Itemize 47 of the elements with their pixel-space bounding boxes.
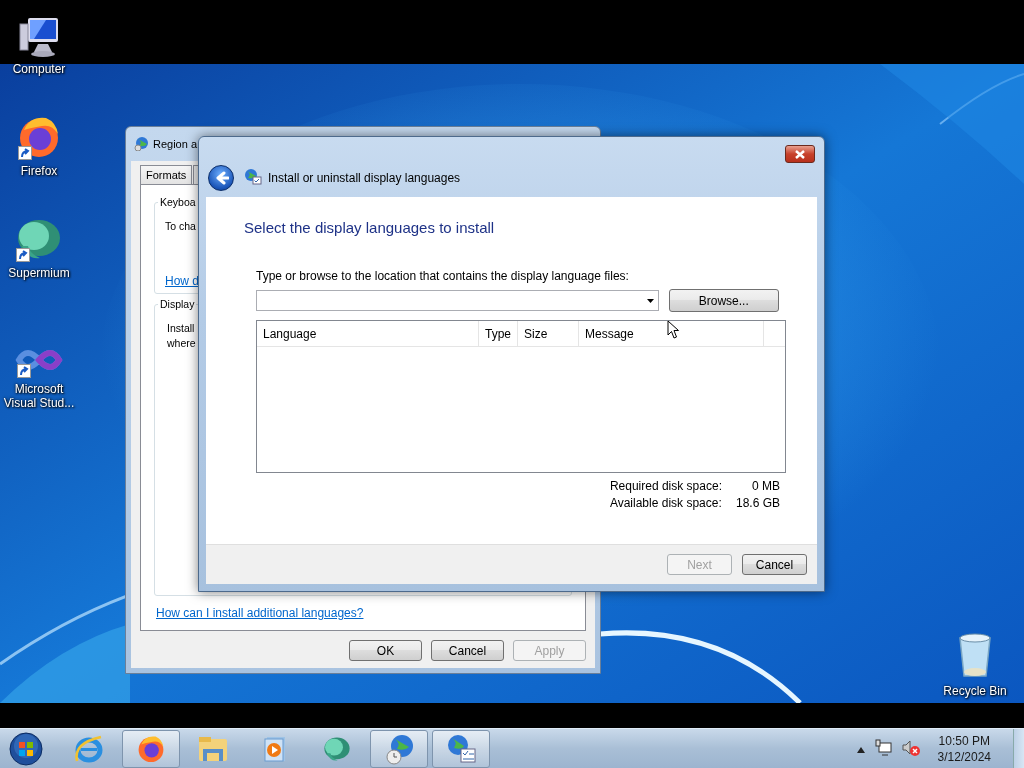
- show-hidden-icons-icon[interactable]: [856, 746, 865, 753]
- disk-space-value: 0 MB: [751, 479, 780, 493]
- close-button[interactable]: [785, 145, 815, 163]
- network-icon[interactable]: [874, 738, 892, 756]
- dialog-button[interactable]: OK: [349, 640, 422, 661]
- desktop-icon-label[interactable]: Recycle Bin: [943, 684, 1007, 698]
- globe-checklist-icon: [244, 168, 262, 185]
- dialog-button[interactable]: Cancel: [742, 554, 807, 575]
- disk-space-value: 18.6 GB: [735, 496, 780, 510]
- column-header[interactable]: Language: [257, 321, 479, 346]
- desktop-icon-label[interactable]: Computer: [12, 62, 66, 76]
- group-title: Display: [158, 298, 197, 310]
- globe-checklist-icon: [445, 732, 477, 765]
- browse-button[interactable]: Browse...: [668, 289, 779, 312]
- description-text: To cha: [165, 219, 196, 234]
- help-link[interactable]: How d: [165, 274, 199, 288]
- window-title: Install or uninstall display languages: [268, 171, 461, 185]
- clock-date[interactable]: 3/12/2024: [937, 748, 991, 765]
- globe-icon: [134, 134, 150, 151]
- tab[interactable]: Formats: [140, 165, 193, 184]
- location-combo-box[interactable]: [256, 290, 659, 311]
- globe-clock-icon: [383, 732, 415, 765]
- desktop-icon-label[interactable]: Firefox: [20, 164, 58, 178]
- window-title: Region a: [153, 138, 198, 150]
- clock-time[interactable]: 10:50 PM: [938, 732, 990, 749]
- help-link[interactable]: How can I install additional languages?: [156, 606, 364, 620]
- dropdown-arrow-icon: [646, 298, 654, 303]
- dialog-button[interactable]: Cancel: [431, 640, 504, 661]
- page-heading: Select the display languages to install: [244, 219, 496, 236]
- taskbar-button[interactable]: [432, 729, 490, 768]
- column-header[interactable]: Size: [518, 321, 579, 346]
- mouse-pointer-icon: [667, 320, 680, 339]
- fox-globe-icon: [136, 733, 166, 764]
- back-button[interactable]: [208, 165, 234, 191]
- group-title: Keyboa: [158, 196, 198, 208]
- volume-muted-icon[interactable]: [901, 738, 920, 756]
- disk-space-label: Required disk space:: [609, 479, 722, 493]
- taskbar-button[interactable]: [122, 729, 180, 768]
- desktop-icon-label[interactable]: Microsoft Visual Stud...: [1, 382, 77, 410]
- desktop-icon-label[interactable]: Supermium: [8, 266, 70, 280]
- column-header[interactable]: Type: [479, 321, 518, 346]
- windows-logo-icon: [9, 731, 43, 766]
- close-icon: [794, 148, 806, 160]
- field-label: Type or browse to the location that contains the display language files:: [256, 269, 630, 283]
- description-text: Install where: [167, 321, 196, 351]
- disk-space-label: Available disk space:: [609, 496, 722, 510]
- taskbar-button[interactable]: [370, 729, 428, 768]
